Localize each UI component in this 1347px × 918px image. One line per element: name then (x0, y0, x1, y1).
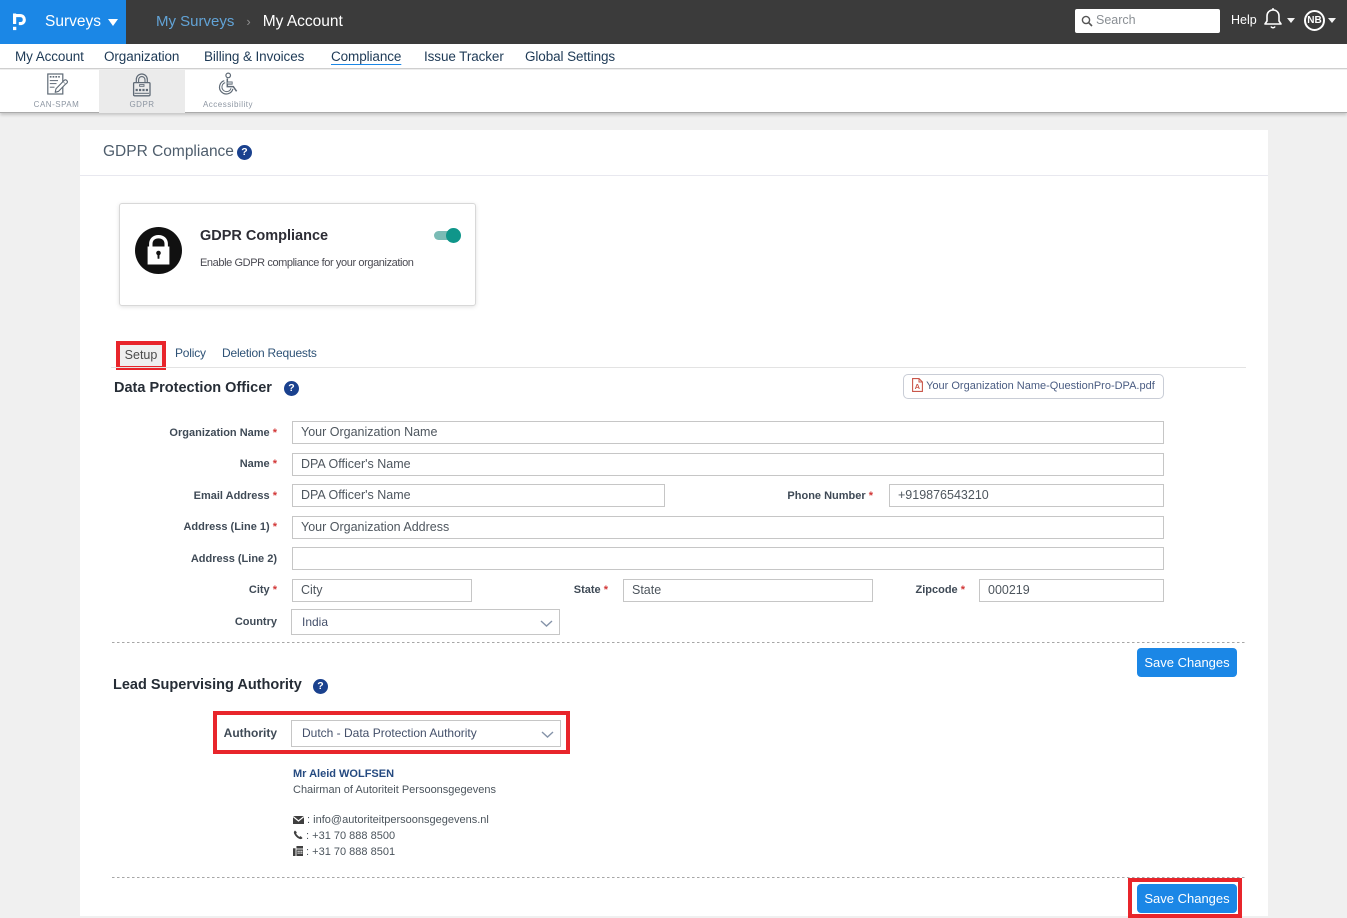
svg-text:A: A (915, 382, 921, 391)
